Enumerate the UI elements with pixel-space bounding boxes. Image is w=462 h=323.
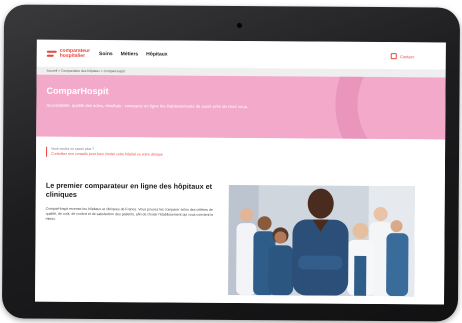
tablet-screen: comparateur hospitalier Soins Métiers Hô… — [35, 39, 446, 305]
nav-link-hopitaux[interactable]: Hôpitaux — [146, 51, 167, 57]
section-title: Le premier comparateur en ligne des hôpi… — [45, 180, 213, 199]
hero-description: Accessibilité, qualité des soins, résult… — [46, 102, 248, 110]
site-header: comparateur hospitalier Soins Métiers Hô… — [36, 39, 446, 70]
contact-label: Contact — [399, 53, 414, 59]
section-body: ComparHospit recense les hôpitaux et cli… — [45, 206, 214, 222]
camera-icon — [236, 23, 242, 29]
hero-banner: ComparHospit Accessibilité, qualité des … — [36, 74, 446, 140]
logo-mark-icon — [47, 49, 57, 57]
logo-line2: hospitalier — [59, 52, 86, 59]
site-logo[interactable]: comparateur hospitalier — [47, 47, 90, 59]
main-content: Vous voulez en savoir plus ? Consultez n… — [35, 136, 446, 305]
nav-link-soins[interactable]: Soins — [99, 51, 113, 57]
breadcrumb-text[interactable]: Accueil > Comparateur des hôpitaux > Com… — [47, 69, 125, 74]
page-title: ComparHospit — [46, 85, 109, 97]
medical-team-illustration — [228, 184, 415, 297]
logo-text: comparateur hospitalier — [59, 47, 90, 59]
nav-link-metiers[interactable]: Métiers — [121, 51, 139, 57]
phone-icon — [390, 53, 397, 60]
contact-link[interactable]: Contact — [390, 53, 414, 60]
tablet-frame: comparateur hospitalier Soins Métiers Hô… — [1, 4, 461, 322]
main-nav: Soins Métiers Hôpitaux — [99, 51, 168, 57]
info-callout-link[interactable]: Consultez nos conseils pour bien choisir… — [51, 152, 163, 158]
medical-team-photo — [228, 184, 415, 297]
info-callout: Vous voulez en savoir plus ? Consultez n… — [46, 146, 163, 158]
scene: comparateur hospitalier Soins Métiers Hô… — [0, 0, 462, 323]
